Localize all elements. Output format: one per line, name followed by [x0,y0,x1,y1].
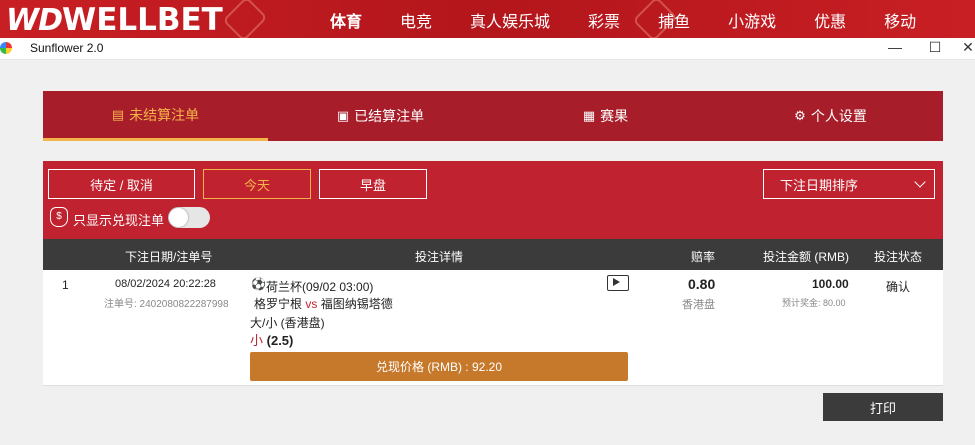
gear-icon: ⚙ [794,108,806,123]
odds-value: 0.80 [688,276,716,292]
soccer-ball-icon: ⚽ [251,277,266,291]
settled-icon: ▣ [336,108,350,123]
cashout-only-toggle[interactable] [168,207,210,228]
minimize-button[interactable]: — [885,39,905,55]
tab-label: 已结算注单 [354,108,425,124]
header-date: 下注日期/注单号 [125,250,213,264]
nav-esports[interactable]: 电竞 [400,8,432,32]
window-titlebar: Sunflower 2.0 — ☐ ✕ [0,38,975,60]
nav-mobile[interactable]: 移动 [884,8,916,32]
cashout-button[interactable]: 兑现价格 (RMB) : 92.20 [250,352,628,381]
nav-promotions[interactable]: 优惠 [814,8,846,32]
nav-sports[interactable]: 体育 [330,8,362,32]
selection-line: (2.5) [266,333,294,348]
tab-results[interactable]: ▦ 赛果 [493,91,718,141]
odds-type: 香港盘 [682,299,715,311]
money-bag-icon: $ [50,207,68,227]
close-button[interactable]: ✕ [958,39,975,56]
print-button[interactable]: 打印 [823,393,943,421]
header-details: 投注详情 [415,250,464,264]
table-row: 1 08/02/2024 20:22:28 注单号: 2402080822287… [43,270,943,386]
header-status: 投注状态 [874,250,923,264]
today-button[interactable]: 今天 [203,169,311,199]
scoreboard-icon: ▦ [582,108,596,123]
tab-label: 个人设置 [810,108,867,124]
play-glyph [613,278,620,286]
window-title: Sunflower 2.0 [30,41,104,55]
bet-datetime: 08/02/2024 20:22:28 [115,278,216,290]
site-nav: 体育 电竞 真人娱乐城 彩票 捕鱼 小游戏 优惠 移动 [330,0,954,40]
sunflower-app-icon [0,42,12,54]
selection: 小 (2.5) [250,330,293,349]
sort-value: 下注日期排序 [780,177,859,193]
tab-unsettled-bets[interactable]: ▤ 未结算注单 [43,91,268,141]
selection-name: 小 [250,333,264,348]
home-team: 格罗宁根 [254,297,303,311]
nav-mini-games[interactable]: 小游戏 [728,8,776,32]
stake-amount: 100.00 [812,277,849,291]
list-icon: ▤ [111,106,125,122]
filter-bar: 待定 / 取消 今天 早盘 下注日期排序 $ 只显示兑现注单 [43,161,943,239]
sort-dropdown[interactable]: 下注日期排序 [763,169,935,199]
bet-status: 确认 [886,280,911,294]
tab-personal-settings[interactable]: ⚙ 个人设置 [718,91,943,141]
match-teams: 格罗宁根 vs 福图纳锡塔德 [254,295,393,312]
cashout-only-label: 只显示兑现注单 [73,213,165,228]
estimated-payout: 预计奖金: 80.00 [782,298,846,308]
pending-cancel-button[interactable]: 待定 / 取消 [48,169,195,199]
tab-settled-bets[interactable]: ▣ 已结算注单 [268,91,493,141]
maximize-button[interactable]: ☐ [925,39,945,56]
header-odds: 赔率 [691,250,716,264]
market-type: 大/小 (香港盘) [250,316,325,330]
live-stream-icon[interactable] [607,275,629,291]
ticket-number: 注单号: 2402080822287998 [104,299,229,310]
league-name: 荷兰杯(09/02 03:00) [266,280,374,294]
away-team: 福图纳锡塔德 [320,297,393,311]
logo-text: WELLBET [62,2,223,38]
tab-label: 赛果 [600,108,629,124]
logo-mark: WD [6,2,63,38]
tab-label: 未结算注单 [129,106,200,123]
nav-live-casino[interactable]: 真人娱乐城 [470,8,550,32]
chevron-down-icon [914,176,926,188]
toggle-knob [169,208,188,227]
early-market-button[interactable]: 早盘 [319,169,427,199]
vs-label: vs [305,297,318,311]
wellbet-logo[interactable]: WD WELLBET [6,2,223,38]
nav-lottery[interactable]: 彩票 [588,8,620,32]
nav-fishing[interactable]: 捕鱼 [658,8,690,32]
site-header: WD WELLBET 体育 电竞 真人娱乐城 彩票 捕鱼 小游戏 优惠 移动 [0,0,975,40]
bet-tabs: ▤ 未结算注单 ▣ 已结算注单 ▦ 赛果 ⚙ 个人设置 [43,91,943,141]
bets-table-header: 下注日期/注单号 投注详情 赔率 投注金额 (RMB) 投注状态 [43,239,943,270]
header-stake: 投注金额 (RMB) [763,250,849,264]
row-index: 1 [62,278,69,292]
decorative-knot [222,0,268,40]
